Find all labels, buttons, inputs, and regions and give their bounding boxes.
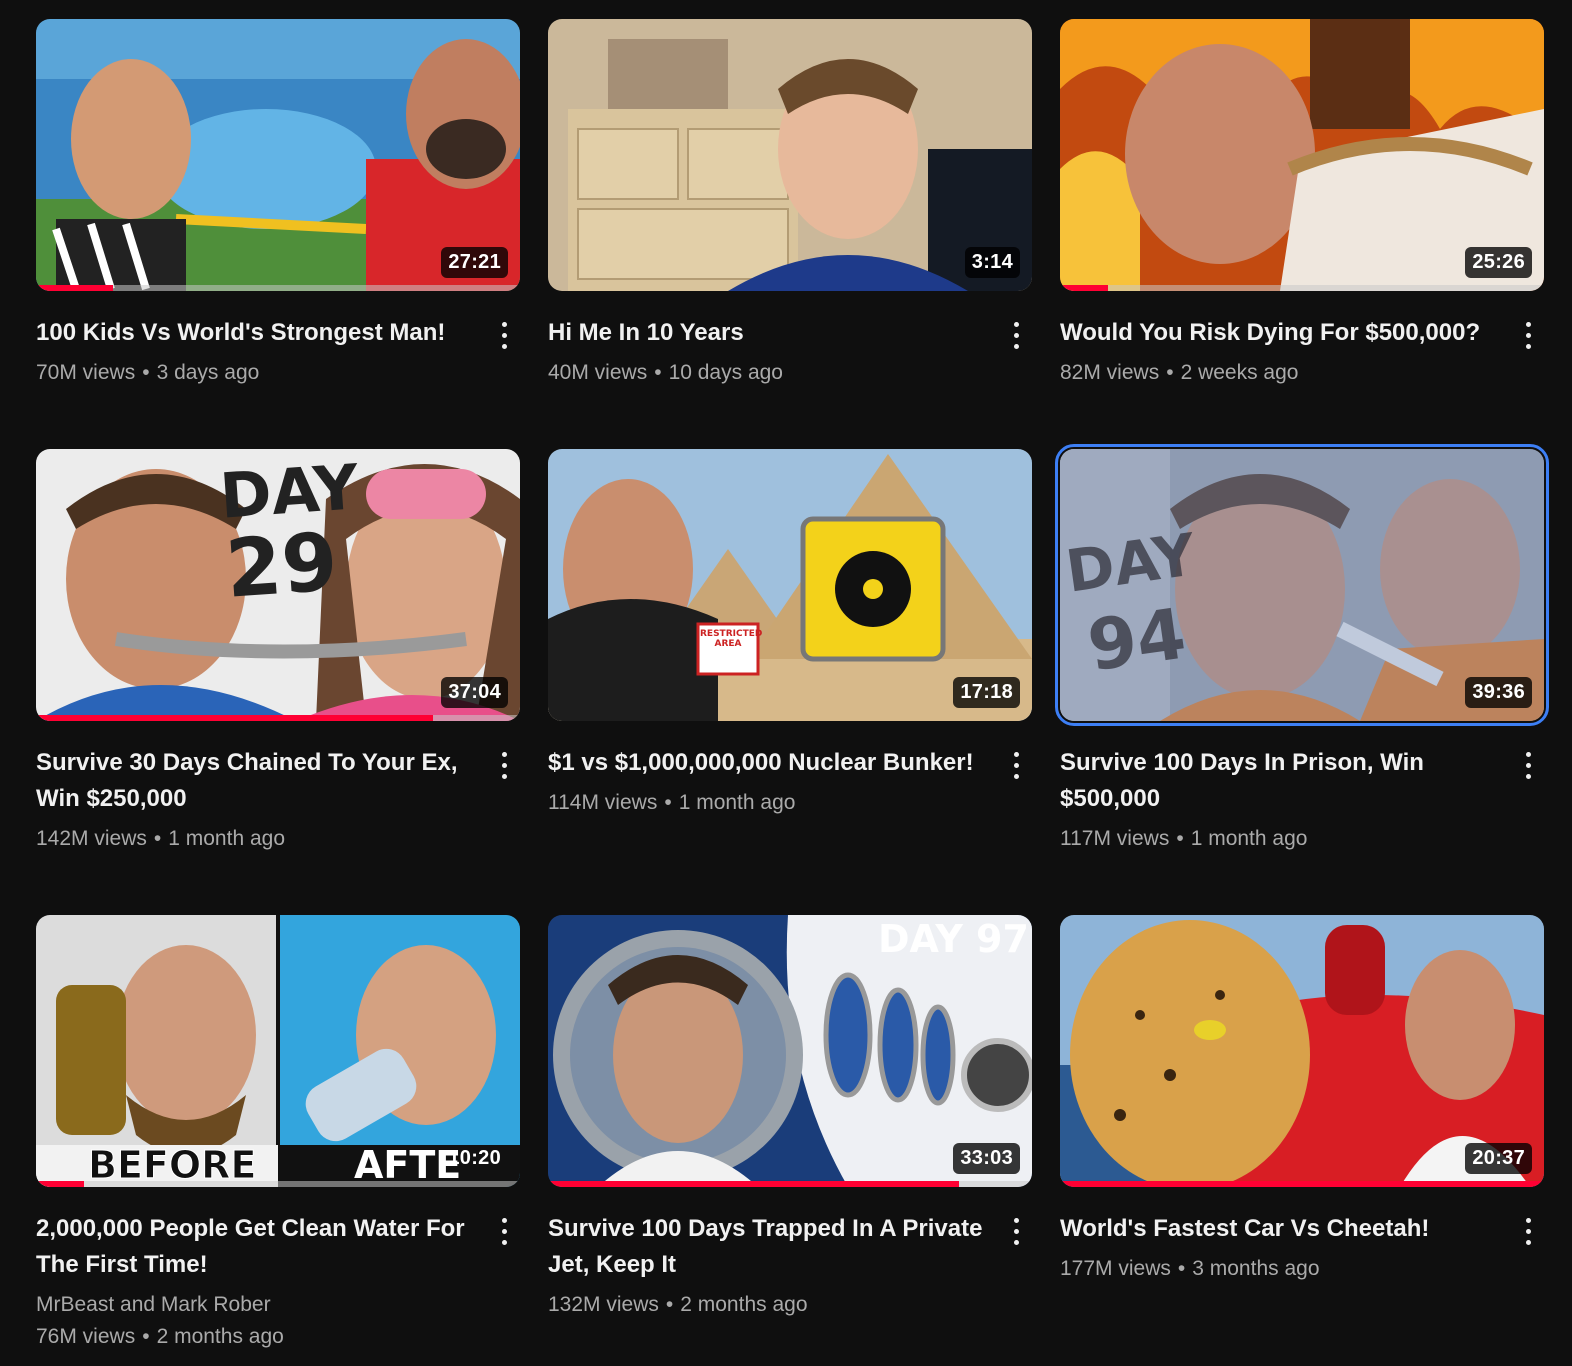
- video-card[interactable]: DAY 94 39:36 Survive 100 Days In Prison,…: [1055, 444, 1549, 855]
- view-count: 114M views: [548, 791, 658, 814]
- video-stats: 82M views • 2 weeks ago: [1060, 361, 1299, 384]
- video-card[interactable]: BEFORE AFTE 10:20 2,000,000 People Get C…: [36, 915, 520, 1353]
- video-thumbnail[interactable]: 25:26: [1060, 19, 1544, 291]
- upload-age: 10 days ago: [668, 361, 783, 384]
- video-thumbnail[interactable]: DAY 97 33:03: [548, 915, 1032, 1187]
- thumbnail-image: [548, 19, 1032, 291]
- video-title[interactable]: Survive 100 Days Trapped In A Private Je…: [548, 1211, 984, 1283]
- video-thumbnail[interactable]: DAY 29 37:04: [36, 449, 520, 721]
- view-count: 76M views: [36, 1325, 136, 1348]
- more-actions-icon[interactable]: [1514, 315, 1542, 355]
- video-title[interactable]: Survive 30 Days Chained To Your Ex, Win …: [36, 745, 472, 817]
- video-stats: 132M views • 2 months ago: [548, 1293, 808, 1316]
- video-stats: 40M views • 10 days ago: [548, 361, 783, 384]
- duration-badge: 3:14: [964, 247, 1020, 278]
- video-card[interactable]: DAY 29 37:04 Survive 30 Days Chained To …: [36, 449, 520, 855]
- upload-age: 2 months ago: [156, 1325, 284, 1348]
- video-title[interactable]: Would You Risk Dying For $500,000?: [1060, 315, 1496, 351]
- duration-badge: 25:26: [1465, 247, 1532, 278]
- video-title[interactable]: Survive 100 Days In Prison, Win $500,000: [1060, 745, 1496, 817]
- thumbnail-caption: 94: [1082, 592, 1191, 688]
- duration-badge: 17:18: [953, 677, 1020, 708]
- more-actions-icon[interactable]: [1002, 1211, 1030, 1251]
- upload-age: 3 days ago: [156, 361, 260, 384]
- video-title[interactable]: $1 vs $1,000,000,000 Nuclear Bunker!: [548, 745, 984, 781]
- more-actions-icon[interactable]: [490, 315, 518, 355]
- more-actions-icon[interactable]: [1002, 745, 1030, 785]
- duration-badge: 39:36: [1465, 677, 1532, 708]
- upload-age: 3 months ago: [1192, 1257, 1320, 1280]
- video-card[interactable]: 27:21 100 Kids Vs World's Strongest Man!…: [36, 19, 520, 389]
- channel-name[interactable]: MrBeast and Mark Rober: [36, 1289, 472, 1321]
- upload-age: 1 month ago: [168, 827, 286, 850]
- video-stats: 177M views • 3 months ago: [1060, 1257, 1320, 1280]
- video-thumbnail[interactable]: BEFORE AFTE 10:20: [36, 915, 520, 1187]
- video-thumbnail[interactable]: DAY 94 39:36: [1055, 444, 1549, 726]
- video-card[interactable]: 20:37 World's Fastest Car Vs Cheetah! 17…: [1060, 915, 1544, 1285]
- video-card[interactable]: 3:14 Hi Me In 10 Years 40M views • 10 days…: [548, 19, 1032, 389]
- duration-badge: 33:03: [953, 1143, 1020, 1174]
- video-thumbnail[interactable]: 27:21: [36, 19, 520, 291]
- view-count: 117M views: [1060, 827, 1170, 850]
- video-stats: 117M views • 1 month ago: [1060, 827, 1308, 850]
- duration-badge: 37:04: [441, 677, 508, 708]
- video-stats: 76M views • 2 months ago: [36, 1325, 284, 1348]
- more-actions-icon[interactable]: [1514, 1211, 1542, 1251]
- view-count: 82M views: [1060, 361, 1160, 384]
- upload-age: 2 weeks ago: [1180, 361, 1299, 384]
- upload-age: 2 months ago: [680, 1293, 808, 1316]
- upload-age: 1 month ago: [1190, 827, 1308, 850]
- video-thumbnail[interactable]: 3:14: [548, 19, 1032, 291]
- view-count: 70M views: [36, 361, 136, 384]
- duration-badge: 20:37: [1465, 1143, 1532, 1174]
- view-count: 132M views: [548, 1293, 659, 1316]
- video-thumbnail[interactable]: 20:37: [1060, 915, 1544, 1187]
- thumbnail-caption: 29: [222, 515, 341, 616]
- video-title[interactable]: 100 Kids Vs World's Strongest Man!: [36, 315, 472, 351]
- video-card[interactable]: RESTRICTED AREA 17:18 $1 vs $1,000,000,0…: [548, 449, 1032, 819]
- view-count: 40M views: [548, 361, 648, 384]
- video-stats: 114M views • 1 month ago: [548, 791, 796, 814]
- thumbnail-caption: DAY 97: [878, 917, 1029, 961]
- video-title[interactable]: 2,000,000 People Get Clean Water For The…: [36, 1211, 472, 1283]
- duration-badge: 27:21: [441, 247, 508, 278]
- video-stats: 70M views • 3 days ago: [36, 361, 260, 384]
- view-count: 142M views: [36, 827, 147, 850]
- more-actions-icon[interactable]: [490, 1211, 518, 1251]
- video-card[interactable]: DAY 97 33:03 Survive 100 Days Trapped In…: [548, 915, 1032, 1321]
- thumbnail-caption: RESTRICTED AREA: [700, 629, 763, 649]
- duration-badge: 10:20: [448, 1147, 501, 1169]
- video-title[interactable]: Hi Me In 10 Years: [548, 315, 984, 351]
- more-actions-icon[interactable]: [1514, 745, 1542, 785]
- video-card[interactable]: 25:26 Would You Risk Dying For $500,000?…: [1060, 19, 1544, 389]
- view-count: 177M views: [1060, 1257, 1171, 1280]
- upload-age: 1 month ago: [678, 791, 796, 814]
- video-thumbnail[interactable]: RESTRICTED AREA 17:18: [548, 449, 1032, 721]
- more-actions-icon[interactable]: [490, 745, 518, 785]
- video-stats: 142M views • 1 month ago: [36, 827, 286, 850]
- video-title[interactable]: World's Fastest Car Vs Cheetah!: [1060, 1211, 1496, 1247]
- more-actions-icon[interactable]: [1002, 315, 1030, 355]
